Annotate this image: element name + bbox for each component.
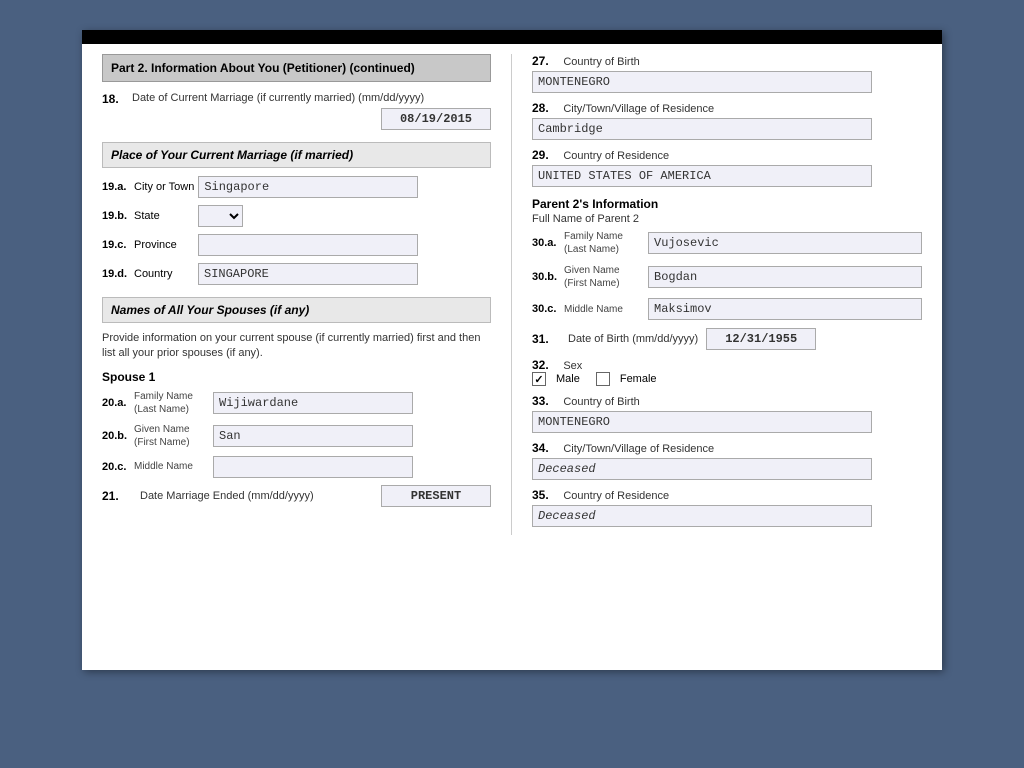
field-19c-label: Province: [134, 239, 194, 251]
city-residence-28-input[interactable]: [532, 118, 872, 140]
field-28-row: 28. City/Town/Village of Residence: [532, 101, 922, 140]
spouse-given-name-input[interactable]: [213, 425, 413, 447]
field-30c-row: 30.c. Middle Name: [532, 298, 922, 320]
field-34-row: 34. City/Town/Village of Residence: [532, 441, 922, 480]
field-21-label: Date Marriage Ended (mm/dd/yyyy): [140, 490, 373, 502]
country-input[interactable]: [198, 263, 418, 285]
male-label: Male: [556, 373, 580, 385]
field-31-num: 31.: [532, 332, 560, 346]
field-30b-num: 30.b.: [532, 271, 560, 283]
field-31-label: Date of Birth (mm/dd/yyyy): [568, 333, 698, 345]
field-19a-num: 19.a.: [102, 181, 130, 193]
field-20c-row: 20.c. Middle Name: [102, 456, 491, 478]
field-33-num: 33.: [532, 394, 560, 408]
field-20a-num: 20.a.: [102, 397, 130, 409]
parent2-fullname-label: Full Name of Parent 2: [532, 213, 922, 225]
parent2-given-name-input[interactable]: [648, 266, 922, 288]
spouse-middle-name-input[interactable]: [213, 456, 413, 478]
field-19b-row: 19.b. State: [102, 205, 491, 227]
date-current-marriage-input[interactable]: [381, 108, 491, 130]
field-27-row: 27. Country of Birth: [532, 54, 922, 93]
field-19b-label: State: [134, 210, 194, 222]
female-label: Female: [620, 373, 657, 385]
field-21-num: 21.: [102, 489, 132, 503]
field-32-row: 32. Sex ✓ Male Female: [532, 358, 922, 386]
field-30b-sublabel: Given Name(First Name): [564, 264, 644, 290]
country-birth-33-input[interactable]: [532, 411, 872, 433]
field-35-num: 35.: [532, 488, 560, 502]
city-or-town-input[interactable]: [198, 176, 418, 198]
field-18-num: 18.: [102, 92, 132, 106]
field-20a-row: 20.a. Family Name(Last Name): [102, 390, 491, 416]
field-32-num: 32.: [532, 358, 560, 372]
field-20a-sublabel: Family Name(Last Name): [134, 390, 209, 416]
female-checkbox[interactable]: [596, 372, 610, 386]
field-18-row: 18. Date of Current Marriage (if current…: [102, 92, 491, 130]
field-32-label: Sex: [563, 360, 582, 372]
field-30c-num: 30.c.: [532, 303, 560, 315]
field-19d-label: Country: [134, 268, 194, 280]
field-19b-num: 19.b.: [102, 210, 130, 222]
field-20b-num: 20.b.: [102, 430, 130, 442]
province-input[interactable]: [198, 234, 418, 256]
field-33-label: Country of Birth: [563, 396, 639, 408]
section-header: Part 2. Information About You (Petitione…: [102, 54, 491, 82]
spouse-family-name-input[interactable]: [213, 392, 413, 414]
right-column: 27. Country of Birth 28. City/Town/Villa…: [512, 54, 922, 535]
state-dropdown[interactable]: [198, 205, 243, 227]
field-19a-label: City or Town: [134, 181, 194, 193]
field-31-row: 31. Date of Birth (mm/dd/yyyy): [532, 328, 922, 350]
parent2-family-name-input[interactable]: [648, 232, 922, 254]
field-30b-row: 30.b. Given Name(First Name): [532, 264, 922, 290]
field-20c-num: 20.c.: [102, 461, 130, 473]
field-30a-row: 30.a. Family Name(Last Name): [532, 230, 922, 256]
field-28-label: City/Town/Village of Residence: [563, 103, 714, 115]
date-marriage-ended-input[interactable]: [381, 485, 491, 507]
field-30a-sublabel: Family Name(Last Name): [564, 230, 644, 256]
spouse-1-header: Spouse 1: [102, 370, 491, 384]
field-29-label: Country of Residence: [563, 150, 669, 162]
field-19a-row: 19.a. City or Town: [102, 176, 491, 198]
field-28-num: 28.: [532, 101, 560, 115]
date-birth-31-input[interactable]: [706, 328, 816, 350]
spouses-header: Names of All Your Spouses (if any): [102, 297, 491, 323]
field-21-row: 21. Date Marriage Ended (mm/dd/yyyy): [102, 485, 491, 507]
field-20c-sublabel: Middle Name: [134, 460, 209, 473]
field-34-label: City/Town/Village of Residence: [563, 443, 714, 455]
field-29-row: 29. Country of Residence: [532, 148, 922, 187]
city-residence-34-input[interactable]: [532, 458, 872, 480]
country-residence-35-input[interactable]: [532, 505, 872, 527]
male-checkbox[interactable]: ✓: [532, 372, 546, 386]
sex-options: ✓ Male Female: [532, 372, 922, 386]
country-residence-29-input[interactable]: [532, 165, 872, 187]
field-30a-num: 30.a.: [532, 237, 560, 249]
field-18-label: Date of Current Marriage (if currently m…: [132, 92, 491, 104]
field-19d-num: 19.d.: [102, 268, 130, 280]
field-19d-row: 19.d. Country: [102, 263, 491, 285]
field-34-num: 34.: [532, 441, 560, 455]
parent2-section-title: Parent 2's Information: [532, 197, 922, 211]
header-bar: [82, 30, 942, 44]
left-column: Part 2. Information About You (Petitione…: [102, 54, 512, 535]
field-20b-row: 20.b. Given Name(First Name): [102, 423, 491, 449]
form-page: Part 2. Information About You (Petitione…: [82, 30, 942, 670]
field-29-num: 29.: [532, 148, 560, 162]
field-35-row: 35. Country of Residence: [532, 488, 922, 527]
place-marriage-header: Place of Your Current Marriage (if marri…: [102, 142, 491, 168]
field-19c-row: 19.c. Province: [102, 234, 491, 256]
parent2-middle-name-input[interactable]: [648, 298, 922, 320]
country-birth-27-input[interactable]: [532, 71, 872, 93]
field-27-label: Country of Birth: [563, 56, 639, 68]
field-35-label: Country of Residence: [563, 490, 669, 502]
field-19c-num: 19.c.: [102, 239, 130, 251]
provide-info-text: Provide information on your current spou…: [102, 331, 491, 362]
field-30c-sublabel: Middle Name: [564, 303, 644, 316]
field-20b-sublabel: Given Name(First Name): [134, 423, 209, 449]
field-33-row: 33. Country of Birth: [532, 394, 922, 433]
field-27-num: 27.: [532, 54, 560, 68]
